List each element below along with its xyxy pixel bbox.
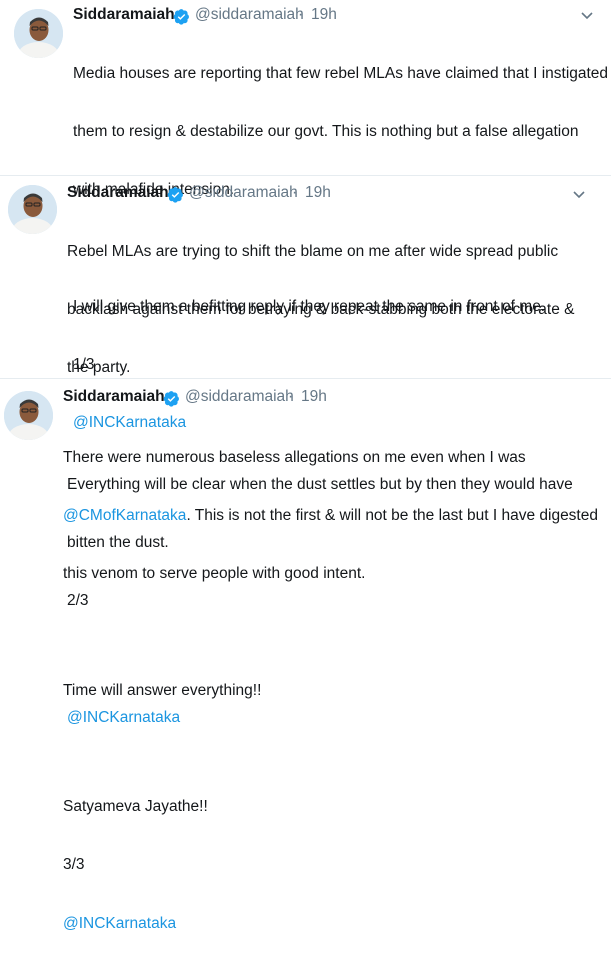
text-line: There were numerous baseless allegations… — [63, 448, 526, 466]
author-handle[interactable]: @siddaramaiah — [185, 388, 294, 406]
text-line: them to resign & destabilize our govt. T… — [73, 123, 579, 141]
mention-link[interactable]: @CMofKarnataka — [63, 507, 186, 524]
mention-link[interactable]: @INCKarnataka — [63, 914, 603, 933]
separator-dot: · — [288, 388, 294, 405]
author-name[interactable]: Siddaramaiah — [73, 6, 175, 24]
verified-badge-icon — [173, 9, 189, 25]
avatar-photo — [8, 185, 57, 234]
text-line: Rebel MLAs are trying to shift the blame… — [67, 242, 559, 260]
chevron-down-icon[interactable] — [580, 11, 594, 21]
tweet-time[interactable]: 19h — [301, 388, 327, 406]
text-line: Satyameva Jayathe!! — [63, 798, 208, 816]
tweet-time[interactable]: 19h — [305, 184, 331, 202]
tweet-3[interactable]: Siddaramaiah @siddaramaiah · 19h There w… — [0, 379, 611, 932]
text-line: the party. — [67, 359, 131, 377]
author-name[interactable]: Siddaramaiah — [67, 184, 169, 202]
text-line — [63, 739, 603, 758]
verified-badge-icon — [167, 187, 183, 203]
avatar[interactable] — [4, 391, 53, 440]
tweet-text: There were numerous baseless allegations… — [63, 409, 603, 972]
text-line: Time will answer everything!! — [63, 681, 262, 699]
tweet-1[interactable]: Siddaramaiah @siddaramaiah · 19h Media h… — [0, 0, 611, 431]
chevron-down-icon[interactable] — [572, 190, 586, 200]
author-name[interactable]: Siddaramaiah — [63, 388, 165, 406]
text-fragment: . This is not the first & will not be th… — [186, 507, 598, 525]
text-line: Media houses are reporting that few rebe… — [73, 64, 609, 82]
separator-dot: · — [292, 184, 298, 201]
separator-dot: · — [298, 6, 304, 23]
avatar-photo — [4, 391, 53, 440]
text-line: this venom to serve people with good int… — [63, 565, 366, 583]
avatar[interactable] — [8, 185, 57, 234]
text-line: @CMofKarnataka. This is not the first & … — [63, 506, 603, 525]
tweet-time[interactable]: 19h — [311, 6, 337, 24]
text-line: 3/3 — [63, 856, 85, 874]
avatar-photo — [14, 9, 63, 58]
avatar[interactable] — [14, 9, 63, 58]
text-line: backlash against them for betraying & ba… — [67, 301, 575, 319]
author-handle[interactable]: @siddaramaiah — [195, 6, 304, 24]
text-line — [63, 622, 603, 641]
author-handle[interactable]: @siddaramaiah — [189, 184, 298, 202]
tweet-2[interactable]: Siddaramaiah @siddaramaiah · 19h Rebel M… — [0, 176, 611, 726]
verified-badge-icon — [163, 391, 179, 407]
